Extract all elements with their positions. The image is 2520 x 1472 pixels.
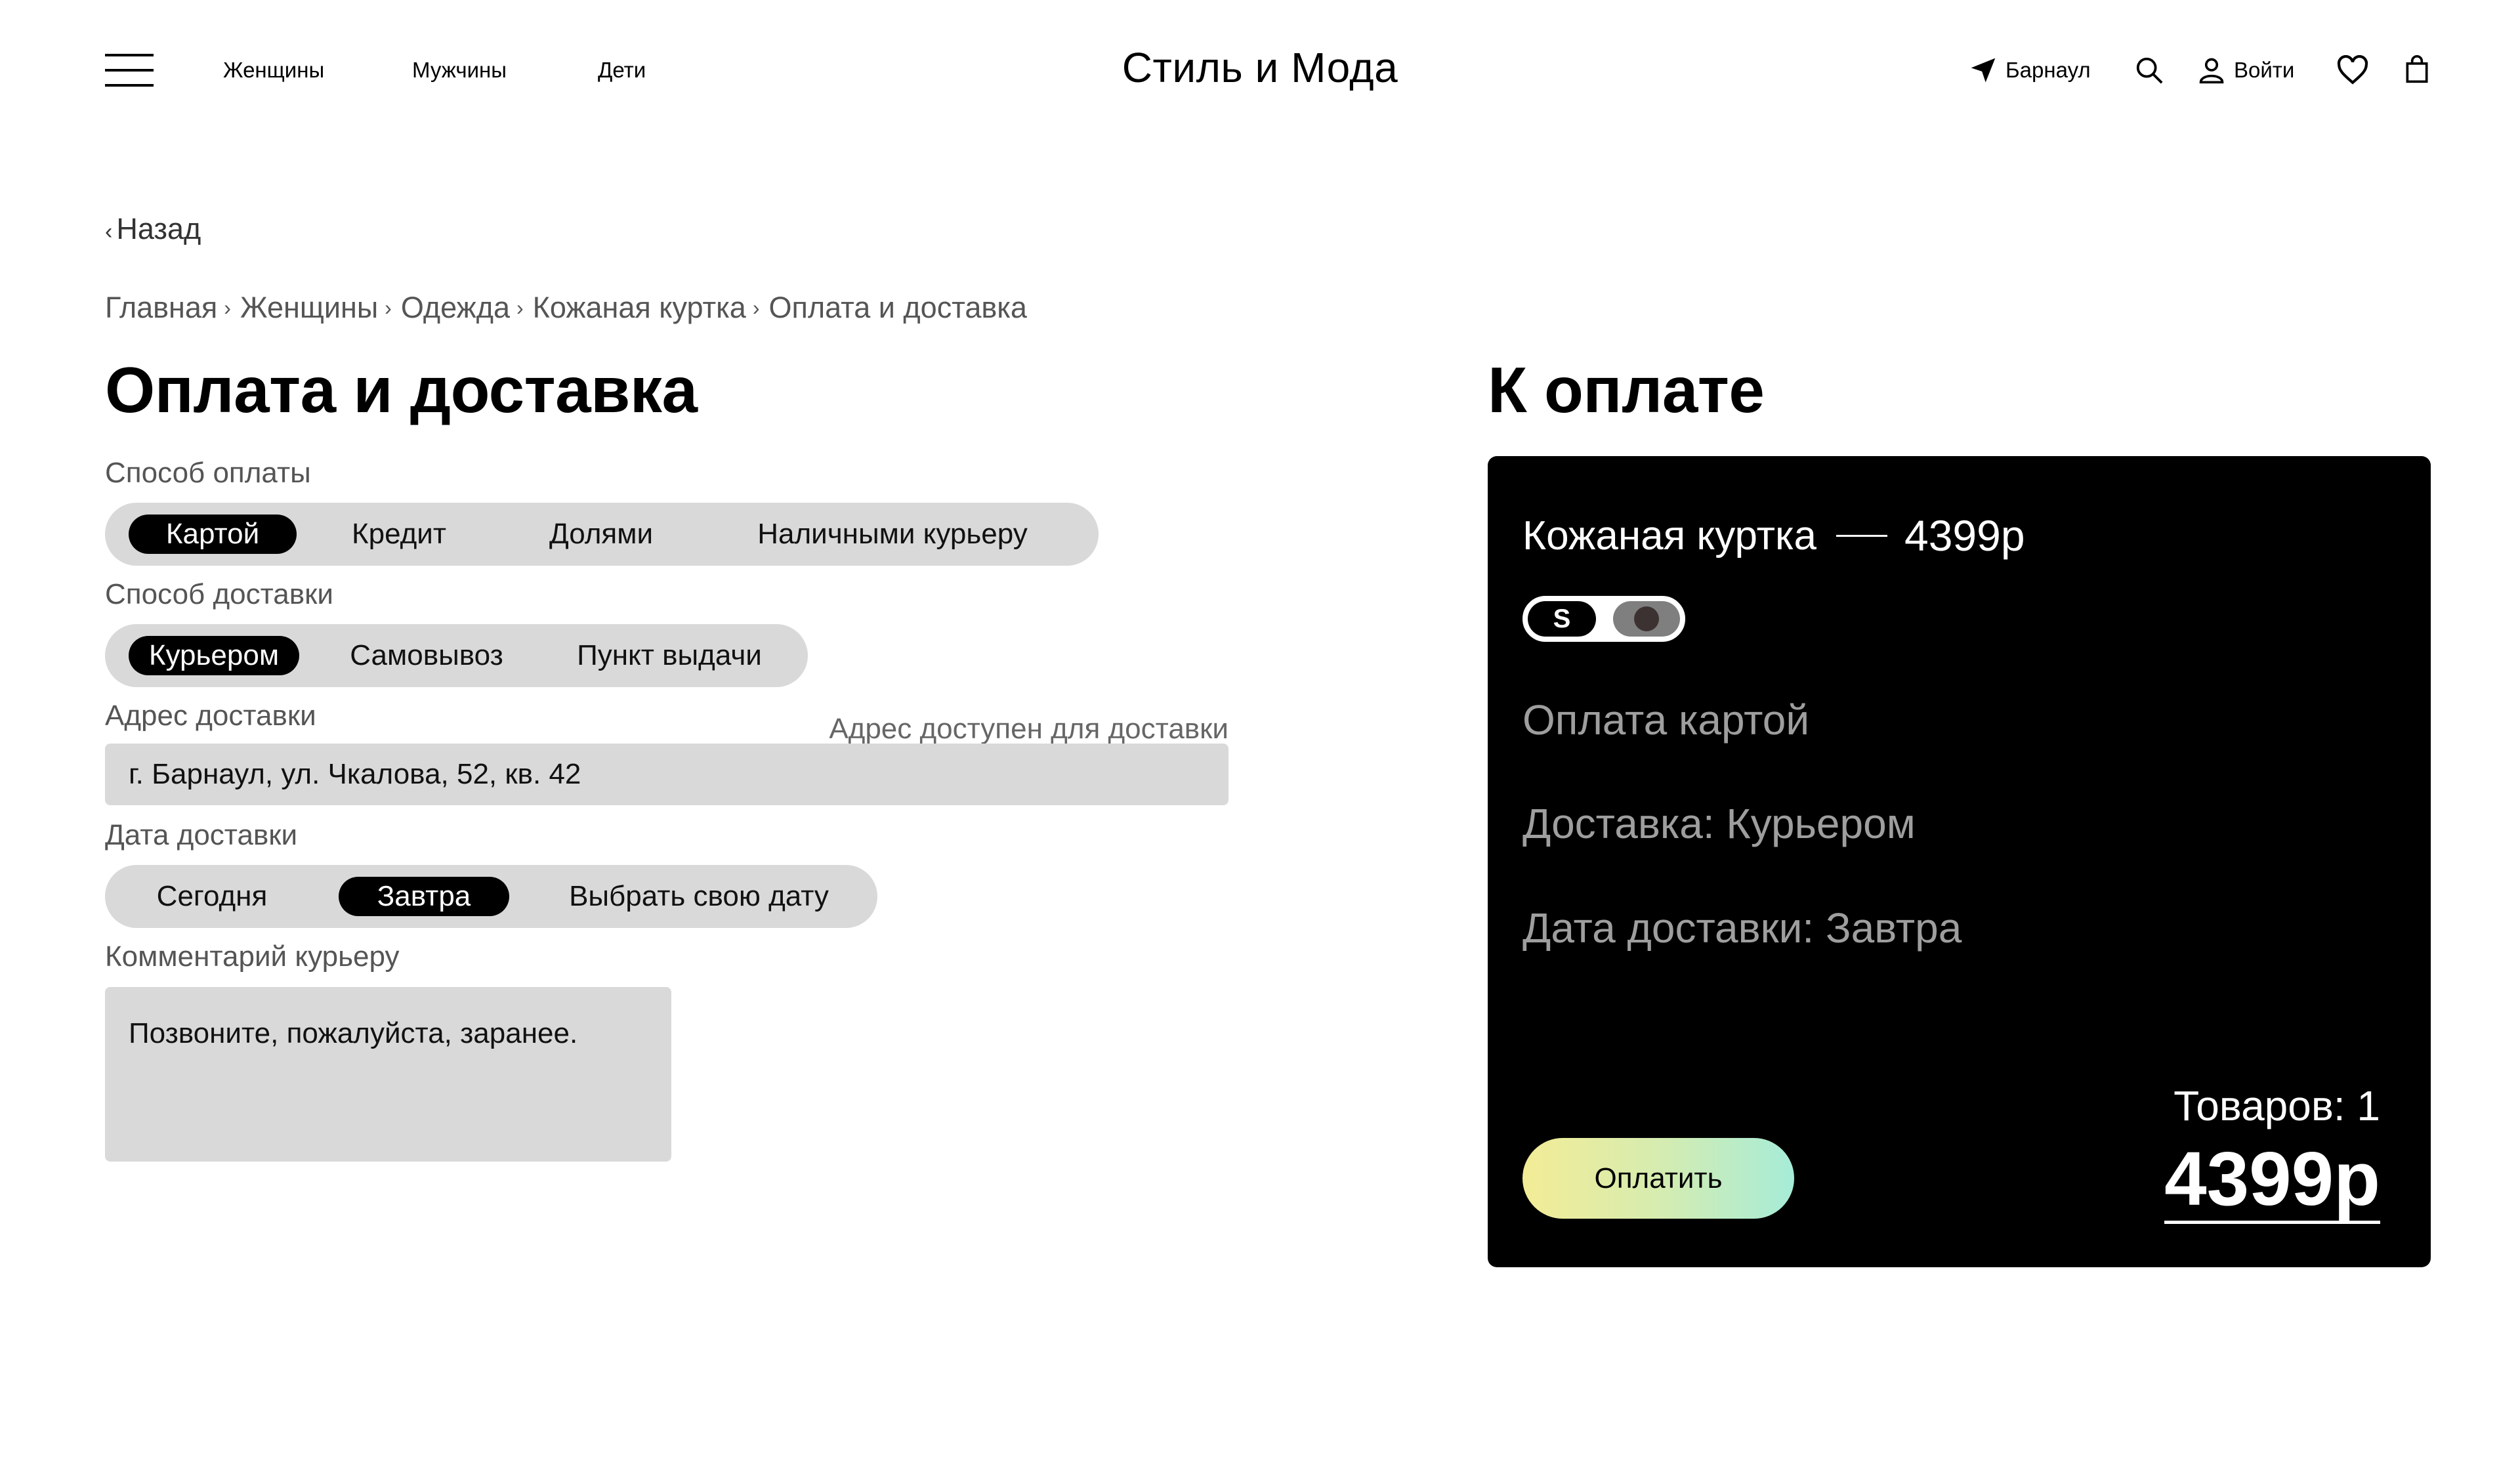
summary-date-line: Дата доставки: Завтра [1522, 904, 1962, 952]
payment-method-label: Способ оплаты [105, 457, 311, 489]
date-option-today[interactable]: Сегодня [129, 877, 295, 916]
breadcrumb-product[interactable]: Кожаная куртка [533, 291, 746, 325]
summary-delivery-line: Доставка: Курьером [1522, 800, 1916, 847]
site-logo[interactable]: Стиль и Мода [1122, 44, 1398, 91]
dash-divider [1836, 534, 1887, 537]
payment-option-installments[interactable]: Долями [509, 515, 693, 554]
breadcrumb-women[interactable]: Женщины [240, 291, 378, 325]
courier-comment-textarea[interactable]: Позвоните, пожалуйста, заранее. [105, 987, 671, 1162]
address-input[interactable]: г. Барнаул, ул. Чкалова, 52, кв. 42 [105, 744, 1228, 805]
user-icon [2197, 55, 2226, 85]
address-label: Адрес доставки [105, 700, 316, 732]
hamburger-menu-icon[interactable] [105, 54, 154, 87]
product-options: S [1522, 596, 1685, 642]
nav-women[interactable]: Женщины [223, 58, 324, 83]
login-button[interactable]: Войти [2197, 54, 2294, 87]
color-dot-icon [1634, 606, 1659, 631]
shopping-bag-icon[interactable] [2404, 55, 2429, 84]
city-label: Барнаул [2006, 58, 2091, 82]
nav-men[interactable]: Мужчины [412, 58, 507, 83]
color-swatch[interactable] [1613, 601, 1680, 637]
location-arrow-icon [1969, 56, 1998, 85]
date-option-custom[interactable]: Выбрать свою дату [538, 877, 860, 916]
summary-product: Кожаная куртка 4399р [1522, 511, 2025, 560]
items-count: Товаров: 1 [2174, 1082, 2380, 1129]
courier-comment-label: Комментарий курьеру [105, 940, 400, 973]
breadcrumb: Главная › Женщины › Одежда › Кожаная кур… [105, 291, 1027, 325]
chevron-right-icon: › [752, 295, 760, 320]
city-selector[interactable]: Барнаул [1969, 54, 2091, 87]
delivery-method-label: Способ доставки [105, 578, 333, 610]
payment-option-cash[interactable]: Наличными курьеру [715, 515, 1070, 554]
login-label: Войти [2234, 58, 2295, 82]
chevron-right-icon: › [224, 295, 231, 320]
total-price: 4399р [2164, 1137, 2380, 1224]
delivery-option-courier[interactable]: Курьером [129, 636, 299, 675]
nav-kids[interactable]: Дети [598, 58, 646, 83]
payment-method-selector: Картой Кредит Долями Наличными курьеру [105, 503, 1099, 566]
breadcrumb-current: Оплата и доставка [768, 291, 1027, 324]
back-link[interactable]: ‹ Назад [105, 212, 201, 246]
breadcrumb-clothing[interactable]: Одежда [401, 291, 510, 325]
delivery-option-pickup-point[interactable]: Пункт выдачи [551, 636, 788, 675]
size-badge[interactable]: S [1528, 601, 1596, 637]
delivery-date-selector: Сегодня Завтра Выбрать свою дату [105, 865, 877, 928]
summary-title: К оплате [1488, 354, 1765, 426]
page-title: Оплата и доставка [105, 354, 698, 426]
breadcrumb-home[interactable]: Главная [105, 291, 217, 325]
delivery-option-pickup[interactable]: Самовывоз [322, 636, 532, 675]
back-label: Назад [116, 212, 201, 245]
heart-icon[interactable] [2336, 55, 2369, 85]
payment-option-credit[interactable]: Кредит [315, 515, 483, 554]
delivery-method-selector: Курьером Самовывоз Пункт выдачи [105, 624, 808, 687]
summary-product-price: 4399р [1904, 511, 2025, 560]
address-availability-hint: Адрес доступен для доставки [829, 713, 1228, 745]
checkout-page: Женщины Мужчины Дети Стиль и Мода Барнау… [0, 0, 2520, 1472]
summary-product-name: Кожаная куртка [1522, 513, 1816, 558]
search-icon[interactable] [2134, 55, 2164, 85]
summary-payment-line: Оплата картой [1522, 696, 1810, 744]
chevron-left-icon: ‹ [105, 219, 113, 244]
pay-button[interactable]: Оплатить [1522, 1138, 1794, 1219]
chevron-right-icon: › [516, 295, 524, 320]
date-option-tomorrow[interactable]: Завтра [339, 877, 509, 916]
payment-option-card[interactable]: Картой [129, 515, 297, 554]
delivery-date-label: Дата доставки [105, 819, 298, 851]
chevron-right-icon: › [385, 295, 392, 320]
